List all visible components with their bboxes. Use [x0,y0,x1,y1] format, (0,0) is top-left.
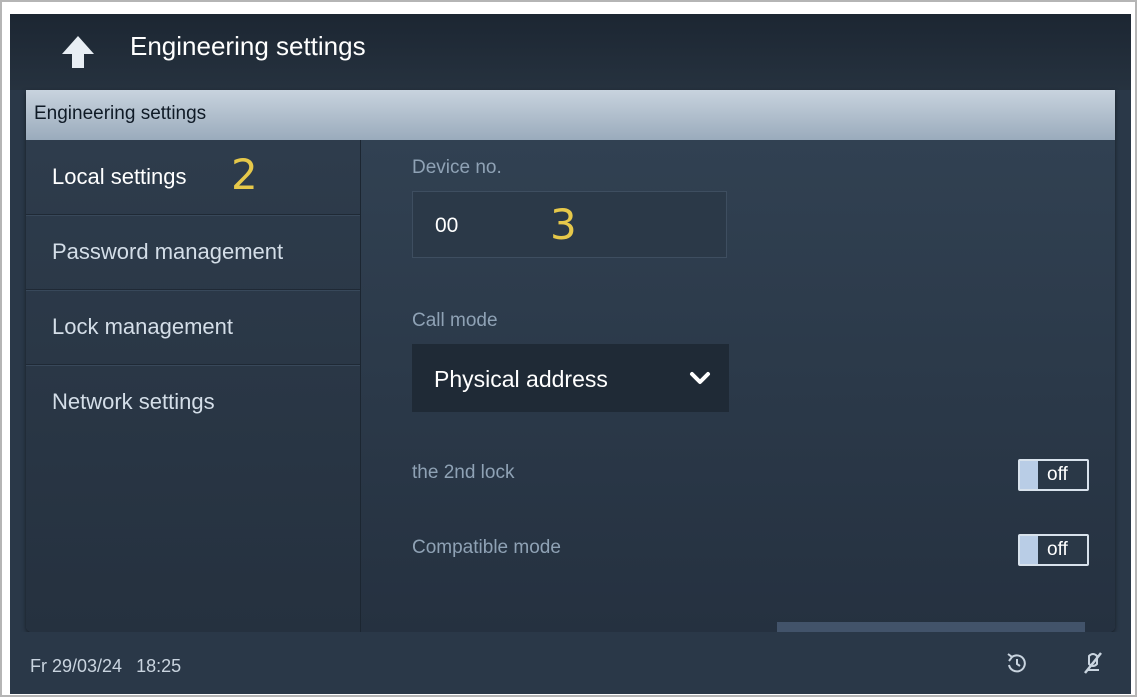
compatible-mode-toggle[interactable]: off [1018,534,1089,566]
second-lock-label: the 2nd lock [412,462,515,483]
compatible-mode-label: Compatible mode [412,537,561,558]
annotation-marker-2: 2 [231,150,258,199]
toggle-knob [1020,461,1038,489]
call-mode-label: Call mode [412,310,498,331]
sidebar-item-password-management[interactable]: Password management [26,215,360,290]
date-time: Fr 29/03/24 18:25 [30,656,181,677]
time: 18:25 [136,656,182,676]
call-mode-value: Physical address [434,366,608,392]
screenshot-frame: Engineering settings Engineering setting… [0,0,1137,697]
sidebar: Local settings Password management Lock … [26,140,361,632]
annotation-marker-3: 3 [550,200,577,249]
toggle-state: off [1047,539,1068,560]
status-bar: Fr 29/03/24 18:25 [10,632,1131,694]
settings-panel: Engineering settings Local settings Pass… [26,90,1115,632]
clock-icon[interactable] [1004,650,1030,676]
sidebar-item-label: Local settings [52,164,187,189]
scrollbar[interactable] [777,622,1085,632]
second-lock-toggle[interactable]: off [1018,459,1089,491]
device-no-value: 00 [435,214,459,237]
chevron-down-icon [690,372,710,384]
sidebar-item-label: Password management [52,239,284,264]
page-title: Engineering settings [130,31,366,61]
sidebar-item-label: Lock management [52,314,233,339]
call-mode-dropdown[interactable]: Physical address [412,344,729,412]
back-arrow-icon[interactable] [60,34,96,70]
mute-icon[interactable] [1080,650,1106,676]
device-no-label: Device no. [412,157,502,178]
panel-title: Engineering settings [34,103,207,124]
sidebar-item-lock-management[interactable]: Lock management [26,290,360,365]
date: Fr 29/03/24 [30,656,123,676]
toggle-knob [1020,536,1038,564]
toggle-state: off [1047,464,1068,485]
content-area: Device no. 00 3 Call mode Physical addre… [361,140,1115,632]
panel-header: Engineering settings [26,90,1115,140]
device-screen: Engineering settings Engineering setting… [10,14,1131,694]
top-bar: Engineering settings [10,14,1131,90]
sidebar-item-local-settings[interactable]: Local settings [26,140,360,215]
sidebar-item-label: Network settings [52,389,215,414]
sidebar-item-network-settings[interactable]: Network settings [26,365,360,439]
